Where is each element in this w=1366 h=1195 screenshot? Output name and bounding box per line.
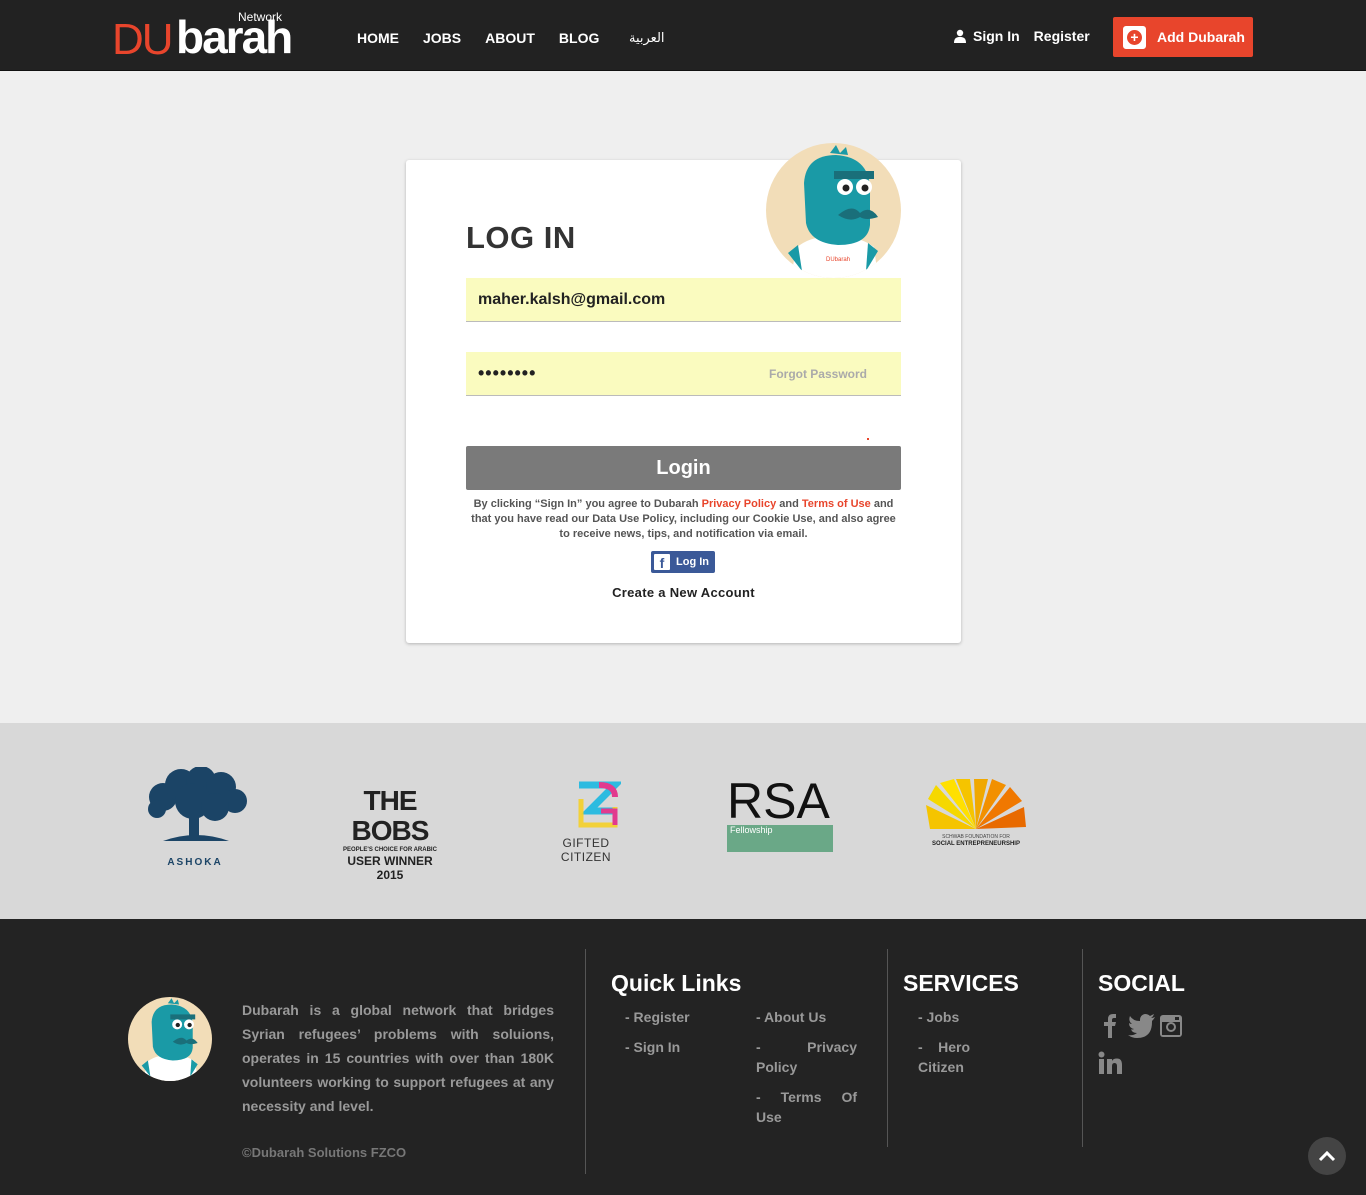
rsa-fellowship-label: Fellowship	[727, 825, 833, 852]
login-button[interactable]: Login	[466, 446, 901, 490]
forgot-password-link[interactable]: Forgot Password	[769, 367, 867, 381]
terms-of-use-link[interactable]: Terms of Use	[802, 498, 871, 510]
bobs-sub2: USER WINNER 2015	[347, 854, 433, 882]
facebook-login-label: Log In	[676, 556, 709, 568]
footer-divider-3	[1082, 949, 1083, 1147]
the-bobs-logo[interactable]: THE BOBS PEOPLE'S CHOICE FOR ARABIC USER…	[338, 785, 442, 883]
nav-arabic-language[interactable]: العربية	[629, 30, 665, 46]
facebook-login-button[interactable]: f Log In	[651, 551, 715, 573]
create-account-link[interactable]: Create a New Account	[466, 585, 901, 600]
email-field[interactable]: maher.kalsh@gmail.com	[466, 278, 901, 322]
main-nav: HOME JOBS ABOUT BLOG	[357, 30, 623, 46]
ashoka-logo[interactable]: ASHOKA	[143, 766, 249, 868]
nav-jobs[interactable]: JOBS	[423, 30, 461, 46]
nav-about[interactable]: ABOUT	[485, 30, 535, 46]
gifted-citizen-logo[interactable]: GIFTED CITIZEN	[540, 781, 632, 864]
add-dubarah-button[interactable]: + Add Dubarah	[1113, 17, 1253, 57]
footer-copyright: ©Dubarah Solutions FZCO	[242, 1145, 407, 1160]
footer-mascot-avatar	[128, 997, 212, 1081]
footer-link-hero-citizen[interactable]: - Hero Citizen	[918, 1037, 970, 1077]
footer-divider-2	[887, 949, 888, 1147]
footer-link-privacy-policy[interactable]: - Privacy Policy	[756, 1037, 857, 1077]
ashoka-label: ASHOKA	[167, 857, 223, 868]
instagram-icon[interactable]	[1159, 1013, 1183, 1039]
facebook-icon[interactable]	[1098, 1012, 1122, 1038]
dubarah-logo[interactable]: DU barah Network	[112, 10, 322, 64]
plus-icon: +	[1123, 25, 1146, 49]
gifted-citizen-label: GIFTED CITIZEN	[560, 836, 612, 864]
quick-links-heading: Quick Links	[611, 970, 742, 996]
footer-link-sign-in[interactable]: - Sign In	[625, 1037, 680, 1057]
nav-blog[interactable]: BLOG	[559, 30, 599, 46]
footer-link-register[interactable]: - Register	[625, 1007, 690, 1027]
email-value: maher.kalsh@gmail.com	[478, 291, 666, 308]
bobs-title: THE BOBS	[351, 785, 430, 846]
nav-home[interactable]: HOME	[357, 30, 399, 46]
top-navbar: DU barah Network HOME JOBS ABOUT BLOG ال…	[0, 0, 1366, 71]
footer-divider-1	[585, 949, 586, 1174]
schwab-foundation-logo[interactable]: SCHWAB FOUNDATION FOR SOCIAL ENTREPRENEU…	[924, 779, 1028, 854]
terms-text: By clicking “Sign In” you agree to Dubar…	[471, 498, 896, 540]
recaptcha-dot	[867, 438, 869, 440]
chevron-up-icon	[1318, 1150, 1336, 1162]
user-icon	[954, 29, 966, 43]
scroll-to-top-button[interactable]	[1308, 1137, 1346, 1175]
facebook-icon: f	[654, 554, 670, 570]
logo-du: DU	[112, 15, 174, 64]
add-dubarah-label: Add Dubarah	[1157, 29, 1245, 45]
password-field[interactable]: •••••••• Forgot Password	[466, 352, 901, 396]
privacy-policy-link[interactable]: Privacy Policy	[702, 498, 777, 510]
logo-network: Network	[238, 10, 283, 24]
bobs-sub1: PEOPLE'S CHOICE FOR ARABIC	[343, 847, 437, 853]
svg-text:DUbarah: DUbarah	[826, 257, 850, 263]
rsa-fellowship-logo[interactable]: RSA Fellowship	[727, 773, 833, 852]
sign-in-link[interactable]: Sign In	[973, 28, 1020, 44]
linkedin-icon[interactable]	[1098, 1050, 1122, 1076]
footer-link-jobs[interactable]: - Jobs	[918, 1007, 959, 1027]
schwab-label-2: SOCIAL ENTREPRENEURSHIP	[932, 841, 1020, 847]
social-heading: SOCIAL	[1098, 970, 1185, 996]
footer-about-text: Dubarah is a global network that bridges…	[242, 1002, 554, 1114]
password-value: ••••••••	[478, 363, 537, 383]
account-links: Sign In Register	[954, 28, 1090, 44]
register-link[interactable]: Register	[1034, 28, 1090, 44]
rsa-label: RSA	[727, 773, 830, 829]
twitter-icon[interactable]	[1128, 1012, 1156, 1038]
login-title: LOG IN	[466, 220, 576, 255]
services-heading: SERVICES	[903, 970, 1019, 996]
footer-link-terms-of-use[interactable]: - Terms Of Use	[756, 1087, 857, 1127]
mascot-avatar: DUbarah	[766, 143, 901, 278]
footer-link-about-us[interactable]: - About Us	[756, 1007, 826, 1027]
